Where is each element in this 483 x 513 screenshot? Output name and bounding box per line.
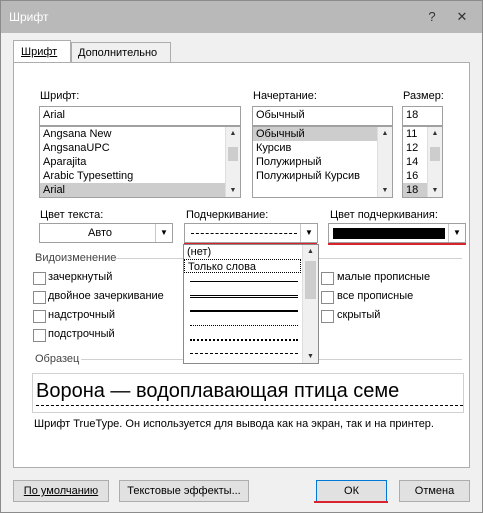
underline-dashed-preview — [191, 233, 297, 234]
hidden-label: скрытый — [337, 309, 381, 321]
all-caps-checkbox[interactable] — [321, 291, 334, 304]
underline-option-single[interactable] — [190, 281, 298, 282]
text-effects-button[interactable]: Текстовые эффекты... — [119, 480, 249, 502]
size-input[interactable]: 18 — [402, 106, 443, 126]
scroll-down-icon[interactable]: ▼ — [226, 184, 240, 197]
underline-color-label: Цвет подчеркивания: — [330, 209, 438, 221]
underline-color-highlight-line — [328, 243, 466, 245]
list-item[interactable]: Курсив — [253, 141, 392, 155]
style-list[interactable]: Обычный Курсив Полужирный Полужирный Кур… — [252, 126, 393, 198]
scroll-up-icon[interactable]: ▲ — [378, 127, 392, 140]
small-caps-checkbox[interactable] — [321, 272, 334, 285]
ok-button-label: ОК — [344, 485, 359, 497]
tab-font-label: Шрифт — [21, 46, 58, 58]
tab-font[interactable]: Шрифт — [13, 40, 71, 63]
size-label: Размер: — [403, 90, 444, 102]
underline-dropdown[interactable]: ▼ — [184, 223, 318, 243]
style-list-scrollbar[interactable]: ▲ ▼ — [377, 127, 392, 197]
font-list[interactable]: Angsana New AngsanaUPC Aparajita Arabic … — [39, 126, 241, 198]
underline-option-none[interactable]: (нет) — [184, 245, 301, 259]
strikethrough-checkbox[interactable] — [33, 272, 46, 285]
preview-note: Шрифт TrueType. Он используется для выво… — [34, 418, 434, 430]
cancel-button-label: Отмена — [414, 485, 455, 497]
list-item[interactable]: Arabic Typesetting — [40, 169, 240, 183]
preview-underline — [36, 405, 463, 406]
double-strikethrough-checkbox[interactable] — [33, 291, 46, 304]
font-dialog: Шрифт ? ✕ Шрифт Дополнительно Шрифт: Ari… — [0, 0, 483, 513]
list-item-selected[interactable]: Arial — [40, 183, 240, 197]
default-button-label: По умолчанию — [23, 485, 99, 497]
double-strikethrough-label: двойное зачеркивание — [48, 290, 164, 302]
chevron-down-icon[interactable]: ▼ — [155, 224, 172, 242]
font-list-scrollbar[interactable]: ▲ ▼ — [225, 127, 240, 197]
size-list-scrollbar[interactable]: ▲ ▼ — [427, 127, 442, 197]
scroll-thumb[interactable] — [305, 261, 316, 299]
list-item[interactable]: Полужирный — [253, 155, 392, 169]
color-swatch — [333, 228, 445, 239]
style-input[interactable]: Обычный — [252, 106, 393, 126]
underline-color-dropdown[interactable]: ▼ — [328, 223, 466, 243]
subscript-label: подстрочный — [48, 328, 115, 340]
superscript-label: надстрочный — [48, 309, 115, 321]
underline-list-scrollbar[interactable]: ▲ ▼ — [302, 245, 318, 363]
strikethrough-label: зачеркнутый — [48, 271, 113, 283]
list-item[interactable]: Angsana New — [40, 127, 240, 141]
all-caps-label: все прописные — [337, 290, 414, 302]
title-bar: Шрифт ? ✕ — [1, 1, 482, 33]
window-title: Шрифт — [9, 10, 49, 24]
font-label: Шрифт: — [40, 90, 80, 102]
chevron-down-icon[interactable]: ▼ — [448, 224, 465, 242]
scroll-down-icon[interactable]: ▼ — [303, 350, 318, 363]
tab-advanced-label: Дополнительно — [78, 47, 158, 59]
text-color-label: Цвет текста: — [40, 209, 104, 221]
list-item[interactable]: Полужирный Курсив — [253, 169, 392, 183]
effects-label: Видоизменение — [35, 252, 117, 264]
text-effects-button-label: Текстовые эффекты... — [127, 485, 241, 497]
scroll-up-icon[interactable]: ▲ — [428, 127, 442, 140]
ok-button[interactable]: ОК — [316, 480, 387, 502]
scroll-up-icon[interactable]: ▲ — [303, 245, 318, 258]
tab-advanced[interactable]: Дополнительно — [71, 42, 171, 63]
list-item[interactable]: Aparajita — [40, 155, 240, 169]
scroll-up-icon[interactable]: ▲ — [226, 127, 240, 140]
text-color-dropdown[interactable]: Авто ▼ — [39, 223, 173, 243]
help-icon[interactable]: ? — [423, 9, 441, 25]
default-button[interactable]: По умолчанию — [13, 480, 109, 502]
close-icon[interactable]: ✕ — [453, 9, 471, 25]
underline-option-dotted[interactable] — [190, 325, 298, 326]
hidden-checkbox[interactable] — [321, 310, 334, 323]
underline-option-thick[interactable] — [190, 310, 298, 312]
preview-box: Ворона — водоплавающая птица семе — [32, 373, 464, 413]
style-label: Начертание: — [253, 90, 317, 102]
scroll-thumb[interactable] — [228, 147, 238, 161]
subscript-checkbox[interactable] — [33, 329, 46, 342]
chevron-down-icon[interactable]: ▼ — [300, 224, 317, 242]
underline-label: Подчеркивание: — [186, 209, 269, 221]
underline-option-words[interactable]: Только слова — [184, 259, 301, 273]
scroll-down-icon[interactable]: ▼ — [378, 184, 392, 197]
small-caps-label: малые прописные — [337, 271, 431, 283]
list-item[interactable]: AngsanaUPC — [40, 141, 240, 155]
underline-option-double[interactable] — [190, 295, 298, 298]
underline-options-list[interactable]: (нет) Только слова ▲ ▼ — [183, 244, 319, 364]
superscript-checkbox[interactable] — [33, 310, 46, 323]
list-item-selected[interactable]: Обычный — [253, 127, 392, 141]
text-color-value: Авто — [88, 227, 112, 239]
preview-text: Ворона — водоплавающая птица семе — [36, 380, 400, 402]
scroll-thumb[interactable] — [430, 147, 440, 161]
scroll-down-icon[interactable]: ▼ — [428, 184, 442, 197]
size-list[interactable]: 11 12 14 16 18 ▲ ▼ — [402, 126, 443, 198]
cancel-button[interactable]: Отмена — [399, 480, 470, 502]
underline-option-dashed[interactable] — [190, 353, 298, 354]
font-input[interactable]: Arial — [39, 106, 241, 126]
preview-label: Образец — [35, 353, 80, 365]
underline-option-thick-dotted[interactable] — [190, 339, 298, 341]
ok-highlight-line — [314, 501, 388, 503]
